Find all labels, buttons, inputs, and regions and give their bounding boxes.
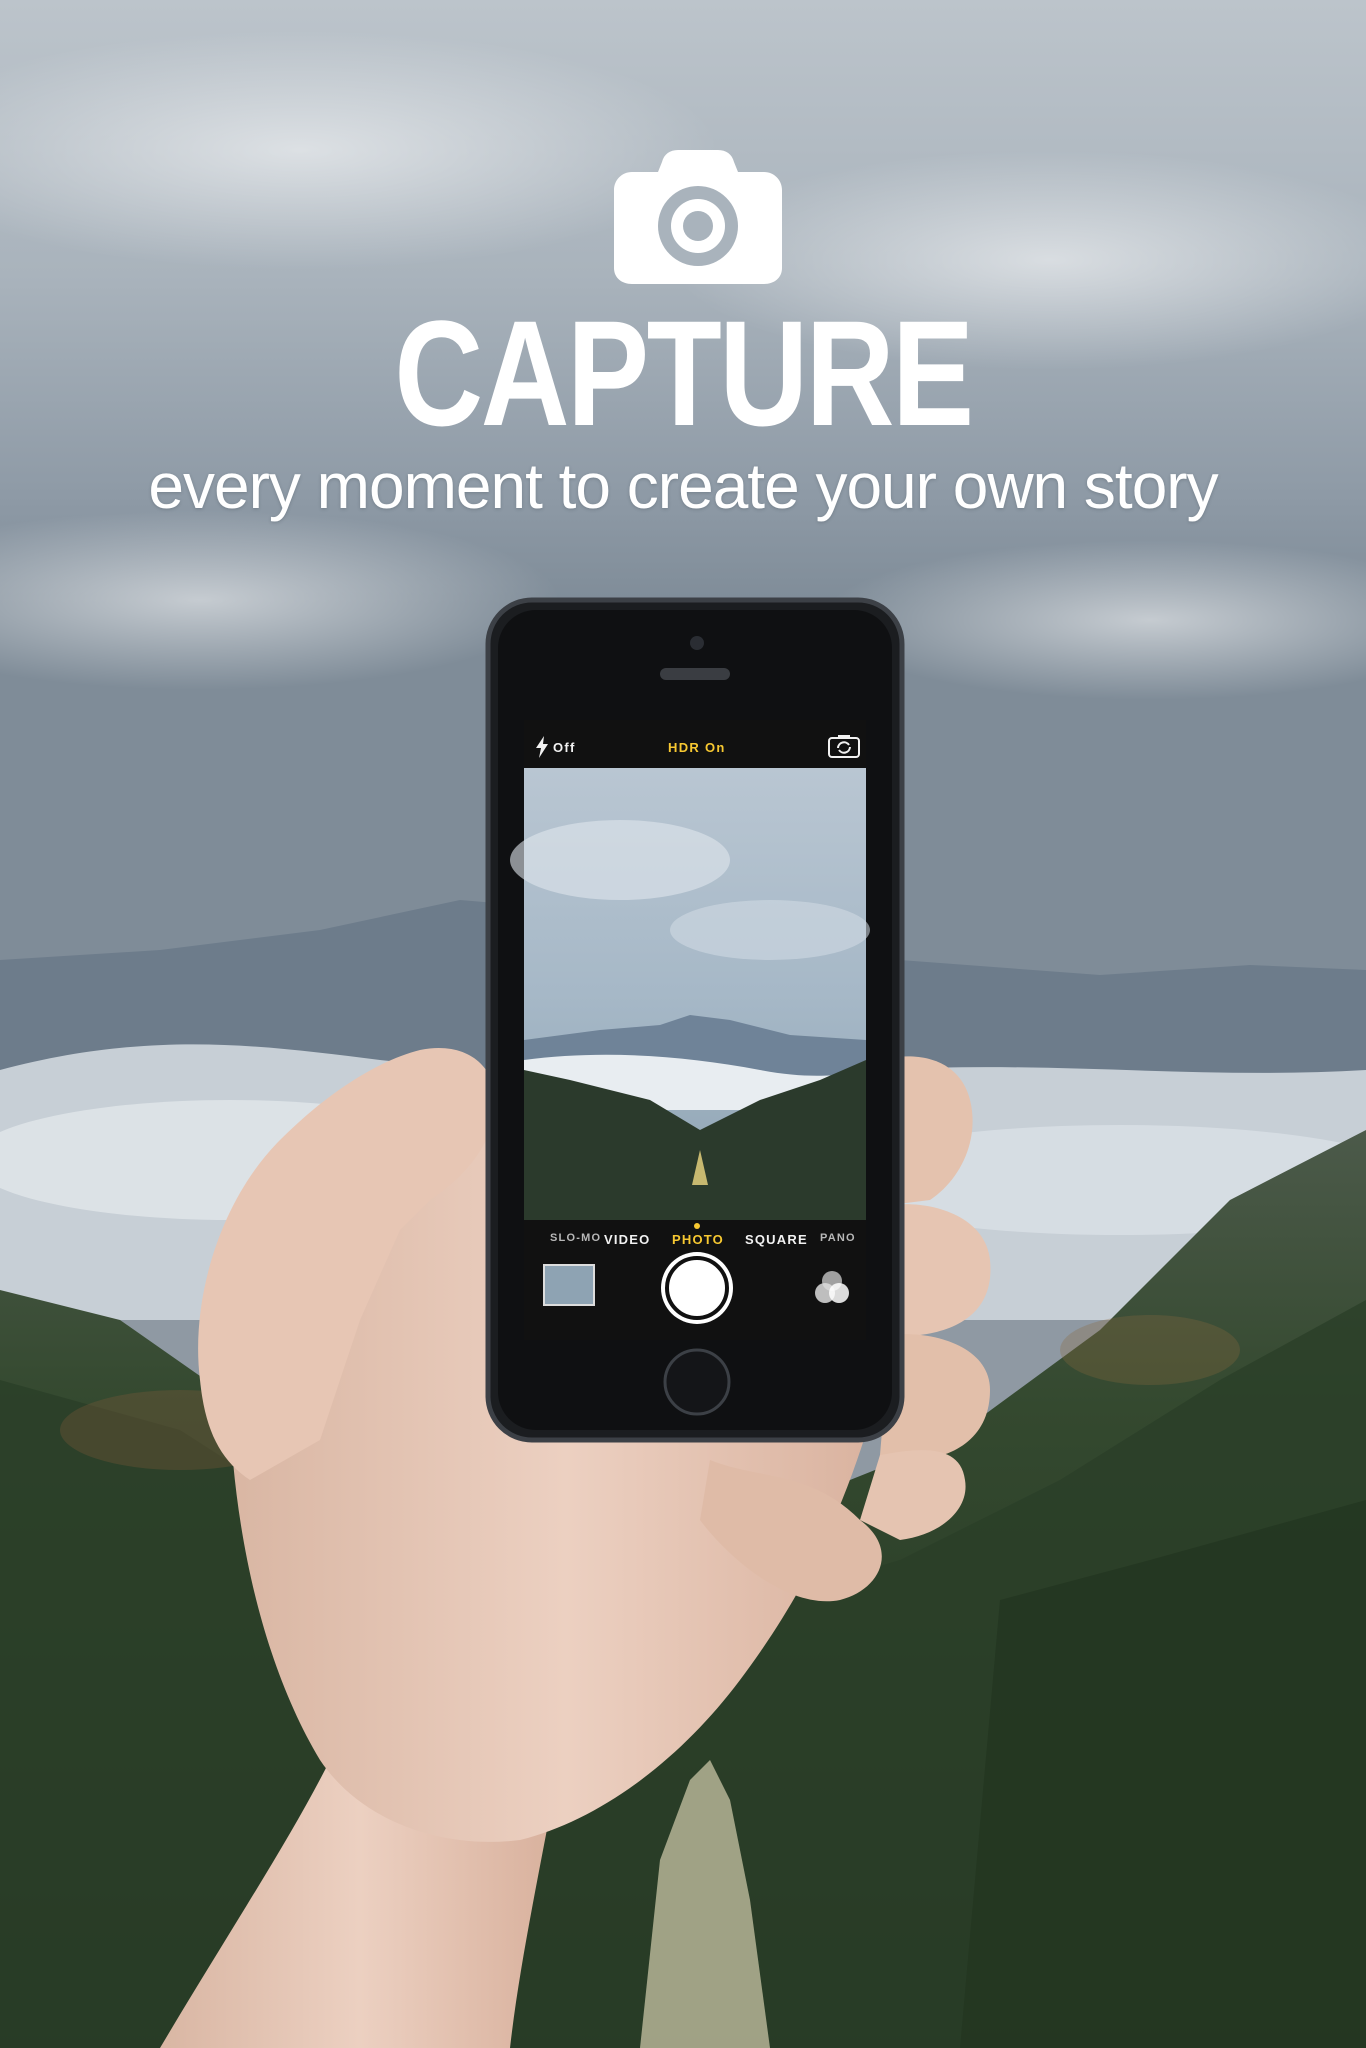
flash-label[interactable]: Off bbox=[553, 740, 576, 755]
switch-camera-icon[interactable] bbox=[828, 734, 860, 758]
hero-title: CAPTURE bbox=[394, 289, 974, 457]
camera-icon bbox=[614, 150, 782, 284]
hdr-label[interactable]: HDR On bbox=[668, 740, 726, 755]
mode-slomo[interactable]: SLO-MO bbox=[550, 1232, 601, 1244]
filters-icon[interactable] bbox=[812, 1270, 852, 1306]
home-button[interactable] bbox=[665, 1350, 729, 1414]
hero-subtitle: every moment to create your own story bbox=[148, 450, 1218, 522]
mode-pano[interactable]: PANO bbox=[820, 1232, 856, 1244]
mode-video[interactable]: VIDEO bbox=[604, 1232, 650, 1247]
lightning-bolt-icon[interactable] bbox=[535, 736, 549, 758]
mode-square[interactable]: SQUARE bbox=[745, 1232, 808, 1247]
photo-thumbnail[interactable] bbox=[544, 1265, 594, 1305]
shutter-button[interactable] bbox=[661, 1252, 733, 1324]
mode-photo[interactable]: PHOTO bbox=[672, 1232, 724, 1247]
